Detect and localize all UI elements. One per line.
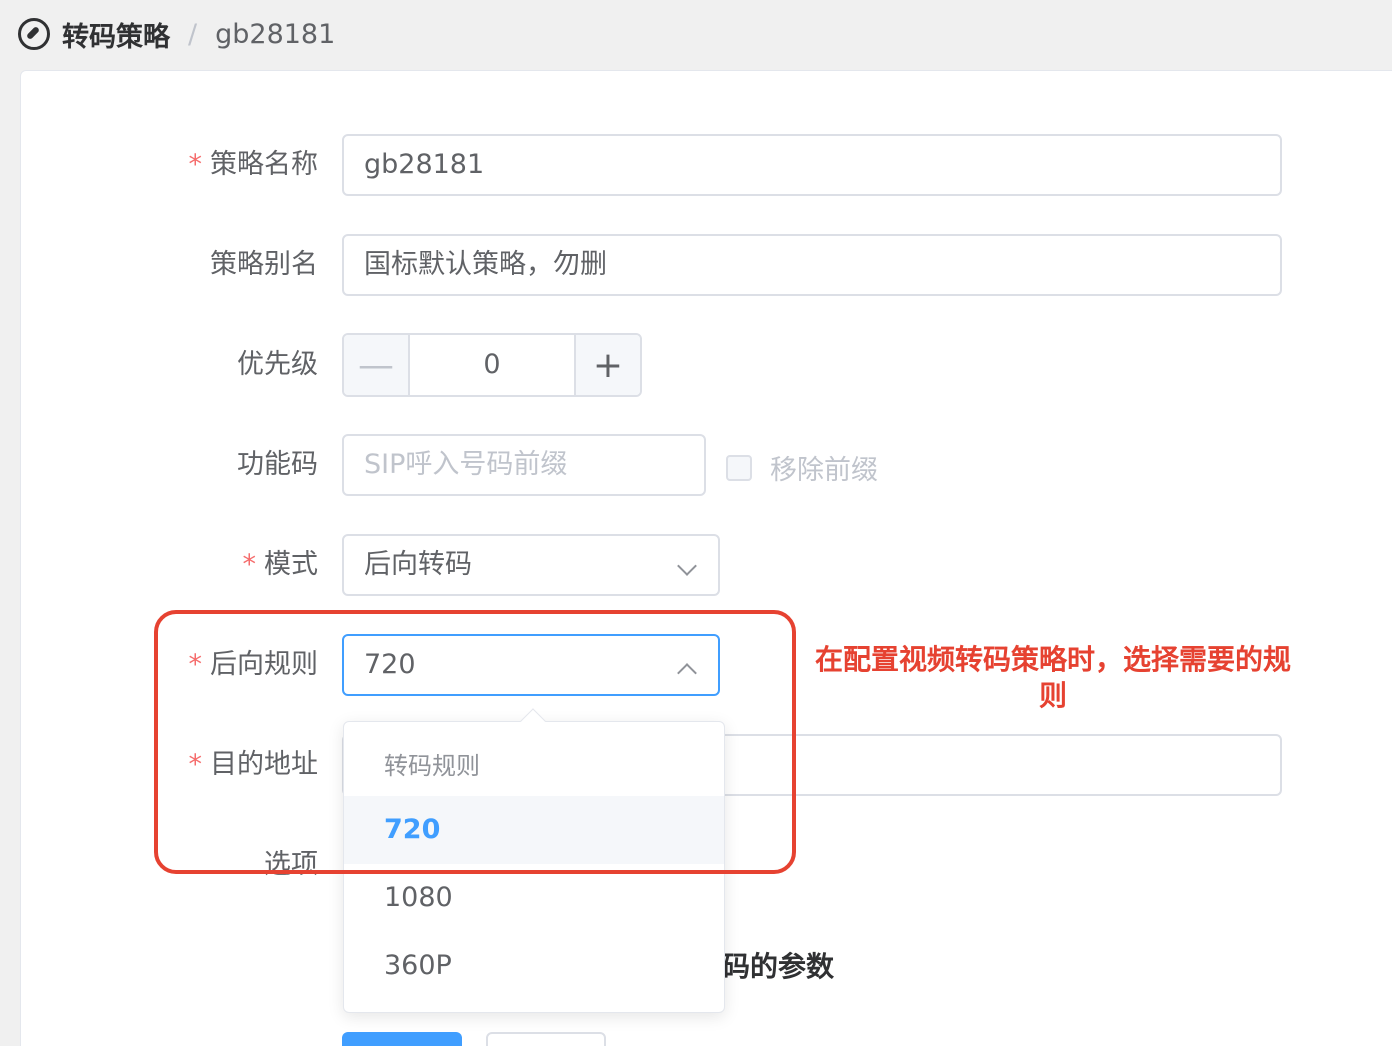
function-code-input[interactable]: SIP呼入号码前缀	[342, 434, 706, 496]
chevron-down-icon	[677, 556, 697, 576]
increment-button[interactable]: +	[574, 335, 640, 395]
compass-icon	[18, 18, 50, 50]
strategy-alias-label: 策略别名	[210, 249, 318, 280]
function-code-label: 功能码	[237, 449, 318, 480]
cancel-button[interactable]	[486, 1032, 606, 1046]
decrement-button[interactable]: —	[344, 335, 410, 395]
backward-rule-value: 720	[364, 649, 416, 680]
breadcrumb-section[interactable]: 转码策略	[62, 15, 170, 54]
mode-select[interactable]: 后向转码	[342, 534, 720, 596]
remove-prefix-label: 移除前缀	[770, 455, 878, 486]
breadcrumb: 转码策略 / gb28181	[0, 0, 1392, 68]
priority-label: 优先级	[237, 349, 318, 380]
rule-dropdown: 转码规则 720 1080 360P	[343, 721, 725, 1013]
backward-rule-select[interactable]: 720	[342, 634, 720, 696]
required-mark: *	[188, 149, 203, 180]
options-label: 选项	[264, 849, 318, 880]
dropdown-option-720[interactable]: 720	[344, 796, 724, 864]
checkbox-box[interactable]	[726, 454, 752, 481]
priority-value[interactable]: 0	[410, 335, 574, 395]
priority-stepper: — 0 +	[342, 333, 642, 397]
backward-rule-label: * 后向规则	[188, 649, 319, 680]
mode-value: 后向转码	[364, 549, 472, 580]
strategy-name-input[interactable]: gb28181	[342, 134, 1282, 196]
submit-button[interactable]	[342, 1032, 462, 1046]
chevron-up-icon	[677, 663, 697, 683]
breadcrumb-separator: /	[188, 18, 198, 50]
params-text: 码的参数	[722, 950, 835, 983]
dropdown-option-1080[interactable]: 1080	[344, 864, 724, 932]
strategy-name-label: * 策略名称	[188, 149, 319, 180]
dropdown-option-360p[interactable]: 360P	[344, 932, 724, 1000]
breadcrumb-current: gb28181	[215, 18, 336, 50]
strategy-alias-input[interactable]: 国标默认策略，勿删	[342, 234, 1282, 296]
dropdown-group-label: 转码规则	[384, 752, 480, 780]
target-address-label: * 目的地址	[188, 749, 319, 780]
remove-prefix-checkbox[interactable]: 移除前缀	[726, 448, 878, 487]
mode-label: * 模式	[242, 549, 319, 580]
annotation-text: 在配置视频转码策略时，选择需要的规则	[814, 643, 1291, 712]
